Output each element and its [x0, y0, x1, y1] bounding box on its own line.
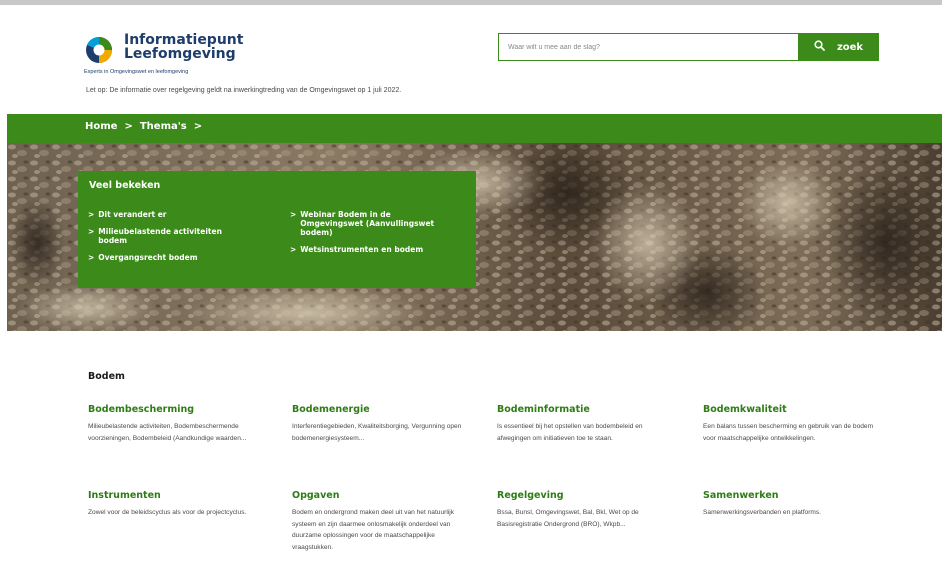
logo-line1: Informatiepunt [124, 32, 244, 48]
chevron-right-icon: > [124, 121, 133, 132]
card-bodemenergie: Bodemenergie Interferentiegebieden, Kwal… [292, 404, 472, 444]
logo-icon [84, 35, 118, 65]
breadcrumb-home[interactable]: Home [85, 121, 117, 132]
card-instrumenten: Instrumenten Zowel voor de beleidscyclus… [88, 490, 268, 519]
veel-bekeken-title: Veel bekeken [89, 180, 161, 191]
search-button[interactable]: zoek [798, 33, 879, 61]
card-description: Een balans tussen bescherming en gebruik… [703, 423, 874, 442]
logo-line2: Leefomgeving [124, 46, 236, 62]
card-title[interactable]: Instrumenten [88, 490, 268, 501]
section-title: Bodem [88, 371, 125, 382]
search-button-label: zoek [836, 41, 864, 53]
chevron-right-icon: > [88, 210, 95, 219]
site-logo[interactable]: Informatiepunt Leefomgeving [84, 33, 243, 65]
card-description: Bodem en ondergrond maken deel uit van h… [292, 509, 455, 551]
search-input[interactable] [498, 33, 798, 61]
card-regelgeving: Regelgeving Bssa, Bunsl, Omgevingswet, B… [497, 490, 677, 530]
logo-text: Informatiepunt Leefomgeving [124, 33, 243, 61]
card-bodemkwaliteit: Bodemkwaliteit Een balans tussen bescher… [703, 404, 883, 444]
card-description: Milieubelastende activiteiten, Bodembesc… [88, 423, 247, 442]
logo-tagline: Experts in Omgevingswet en leefomgeving [84, 69, 189, 75]
link-overgangsrecht-bodem[interactable]: > Overgangsrecht bodem [88, 253, 243, 262]
card-opgaven: Opgaven Bodem en ondergrond maken deel u… [292, 490, 472, 553]
card-samenwerken: Samenwerken Samenwerkingsverbanden en pl… [703, 490, 883, 519]
chevron-right-icon: > [88, 227, 95, 236]
link-milieubelastende-activiteiten[interactable]: > Milieubelastende activiteiten bodem [88, 227, 243, 245]
search-bar: zoek [498, 33, 879, 61]
chevron-right-icon: > [290, 245, 297, 254]
card-title[interactable]: Regelgeving [497, 490, 677, 501]
link-dit-verandert-er[interactable]: > Dit verandert er [88, 210, 243, 219]
link-label: Webinar Bodem in de Omgevingswet (Aanvul… [300, 210, 435, 237]
breadcrumb-bar: Home > Thema's > [7, 114, 942, 143]
card-description: Bssa, Bunsl, Omgevingswet, Bal, Bkl, Wet… [497, 509, 639, 528]
card-description: Interferentiegebieden, Kwaliteitsborging… [292, 423, 462, 442]
card-title[interactable]: Bodeminformatie [497, 404, 677, 415]
link-webinar-bodem[interactable]: > Webinar Bodem in de Omgevingswet (Aanv… [290, 210, 445, 237]
card-description: Is essentieel bij het opstellen van bode… [497, 423, 643, 442]
card-title[interactable]: Bodembescherming [88, 404, 268, 415]
card-bodeminformatie: Bodeminformatie Is essentieel bij het op… [497, 404, 677, 444]
link-label: Wetsinstrumenten en bodem [300, 245, 424, 254]
breadcrumb-themas[interactable]: Thema's [140, 121, 187, 132]
chevron-right-icon: > [88, 253, 95, 262]
card-title[interactable]: Bodemenergie [292, 404, 472, 415]
card-title[interactable]: Opgaven [292, 490, 472, 501]
search-icon [814, 40, 825, 54]
link-label: Overgangsrecht bodem [98, 253, 198, 262]
link-label: Dit verandert er [98, 210, 167, 219]
chevron-right-icon: > [193, 121, 203, 132]
veel-bekeken-right-column: > Webinar Bodem in de Omgevingswet (Aanv… [290, 210, 445, 262]
card-bodembescherming: Bodembescherming Milieubelastende activi… [88, 404, 268, 444]
link-wetsinstrumenten[interactable]: > Wetsinstrumenten en bodem [290, 245, 445, 254]
regulation-notice: Let op: De informatie over regelgeving g… [86, 87, 402, 94]
link-label: Milieubelastende activiteiten bodem [98, 227, 222, 245]
card-description: Zowel voor de beleidscyclus als voor de … [88, 509, 247, 516]
veel-bekeken-panel: Veel bekeken > Dit verandert er > Milieu… [78, 171, 476, 288]
veel-bekeken-left-column: > Dit verandert er > Milieubelastende ac… [88, 210, 243, 270]
card-title[interactable]: Bodemkwaliteit [703, 404, 883, 415]
breadcrumb: Home > Thema's > [85, 121, 209, 132]
card-description: Samenwerkingsverbanden en platforms. [703, 509, 822, 516]
card-title[interactable]: Samenwerken [703, 490, 883, 501]
top-border [0, 0, 942, 5]
chevron-right-icon: > [290, 210, 297, 219]
